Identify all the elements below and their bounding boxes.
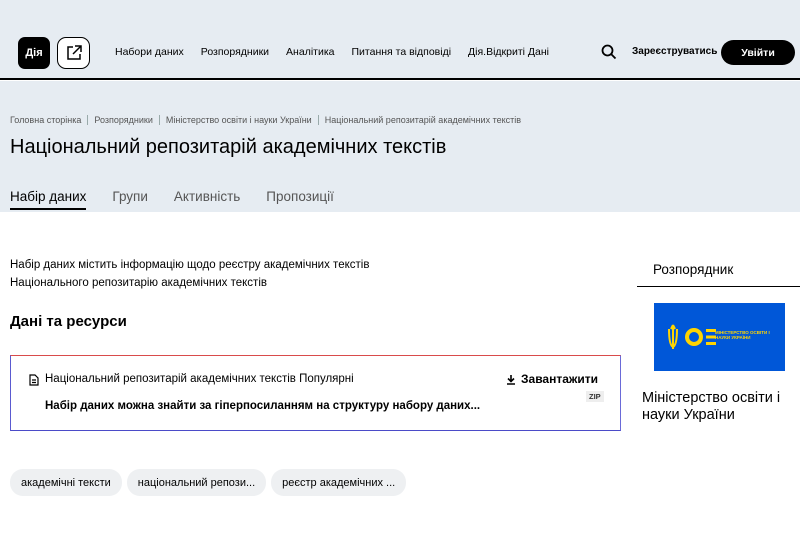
nav-publishers[interactable]: Розпорядники bbox=[201, 46, 269, 58]
resources-section-title: Дані та ресурси bbox=[10, 313, 127, 330]
breadcrumb-separator bbox=[317, 115, 319, 125]
register-link[interactable]: Зареєструватись bbox=[632, 46, 717, 57]
nav-datasets[interactable]: Набори даних bbox=[115, 46, 184, 58]
tag-list: академічні тексти національний репози...… bbox=[10, 469, 411, 496]
resource-name[interactable]: Національний репозитарій академічних тек… bbox=[45, 373, 354, 385]
download-icon bbox=[507, 374, 515, 385]
login-button[interactable]: Увійти bbox=[721, 40, 795, 65]
search-icon[interactable] bbox=[601, 44, 617, 60]
tab-dataset[interactable]: Набір даних bbox=[10, 189, 87, 210]
breadcrumb-separator bbox=[87, 115, 89, 125]
top-navigation-bar: Дія Набори даних Розпорядники Аналітика … bbox=[0, 0, 800, 80]
tab-groups[interactable]: Групи bbox=[112, 189, 148, 210]
tag-chip[interactable]: реєстр академічних ... bbox=[271, 469, 407, 496]
description-line: Набір даних містить інформацію щодо реєс… bbox=[10, 259, 370, 271]
breadcrumb-ministry[interactable]: Міністерство освіти і науки України bbox=[166, 115, 312, 125]
tab-activity[interactable]: Активність bbox=[174, 189, 240, 210]
format-badge: ZIP bbox=[586, 391, 604, 402]
ministry-logo[interactable]: МІНІСТЕРСТВО ОСВІТИ І НАУКИ УКРАЇНИ bbox=[654, 303, 785, 371]
main-nav: Набори даних Розпорядники Аналітика Пита… bbox=[115, 46, 566, 58]
publisher-name[interactable]: Міністерство освіти і науки України bbox=[642, 390, 797, 424]
open-data-logo-icon[interactable] bbox=[57, 37, 90, 69]
breadcrumb-separator bbox=[158, 115, 160, 125]
file-icon bbox=[29, 374, 39, 386]
diia-logo[interactable]: Дія bbox=[18, 37, 50, 69]
resource-card[interactable]: Національний репозитарій академічних тек… bbox=[10, 355, 621, 431]
dataset-description: Набір даних містить інформацію щодо реєс… bbox=[10, 256, 430, 292]
download-button[interactable]: Завантажити bbox=[506, 372, 598, 386]
download-label: Завантажити bbox=[521, 372, 599, 386]
nav-diia-open-data[interactable]: Дія.Відкриті Дані bbox=[468, 46, 549, 58]
page-title: Національний репозитарій академічних тек… bbox=[10, 136, 447, 158]
breadcrumb-current: Національний репозитарій академічних тек… bbox=[324, 115, 522, 125]
breadcrumb: Головна сторінка Розпорядники Міністерст… bbox=[10, 115, 521, 125]
publisher-title: Розпорядник bbox=[653, 262, 734, 277]
tag-chip[interactable]: академічні тексти bbox=[10, 469, 122, 496]
tag-chip[interactable]: національний репози... bbox=[126, 469, 267, 496]
ministry-logo-text: МІНІСТЕРСТВО ОСВІТИ І НАУКИ УКРАЇНИ bbox=[715, 330, 770, 340]
nav-analytics[interactable]: Аналітика bbox=[286, 46, 334, 58]
dataset-tabs: Набір даних Групи Активність Пропозиції bbox=[10, 189, 360, 210]
breadcrumb-home[interactable]: Головна сторінка bbox=[10, 115, 81, 125]
resource-description: Набір даних можна знайти за гіперпосилан… bbox=[45, 400, 481, 412]
tab-suggestions[interactable]: Пропозиції bbox=[266, 189, 334, 210]
nav-faq[interactable]: Питання та відповіді bbox=[352, 46, 452, 58]
description-line: Національного репозитарію академічних те… bbox=[10, 277, 267, 289]
breadcrumb-publishers[interactable]: Розпорядники bbox=[94, 115, 153, 125]
sidebar-divider bbox=[637, 286, 800, 287]
